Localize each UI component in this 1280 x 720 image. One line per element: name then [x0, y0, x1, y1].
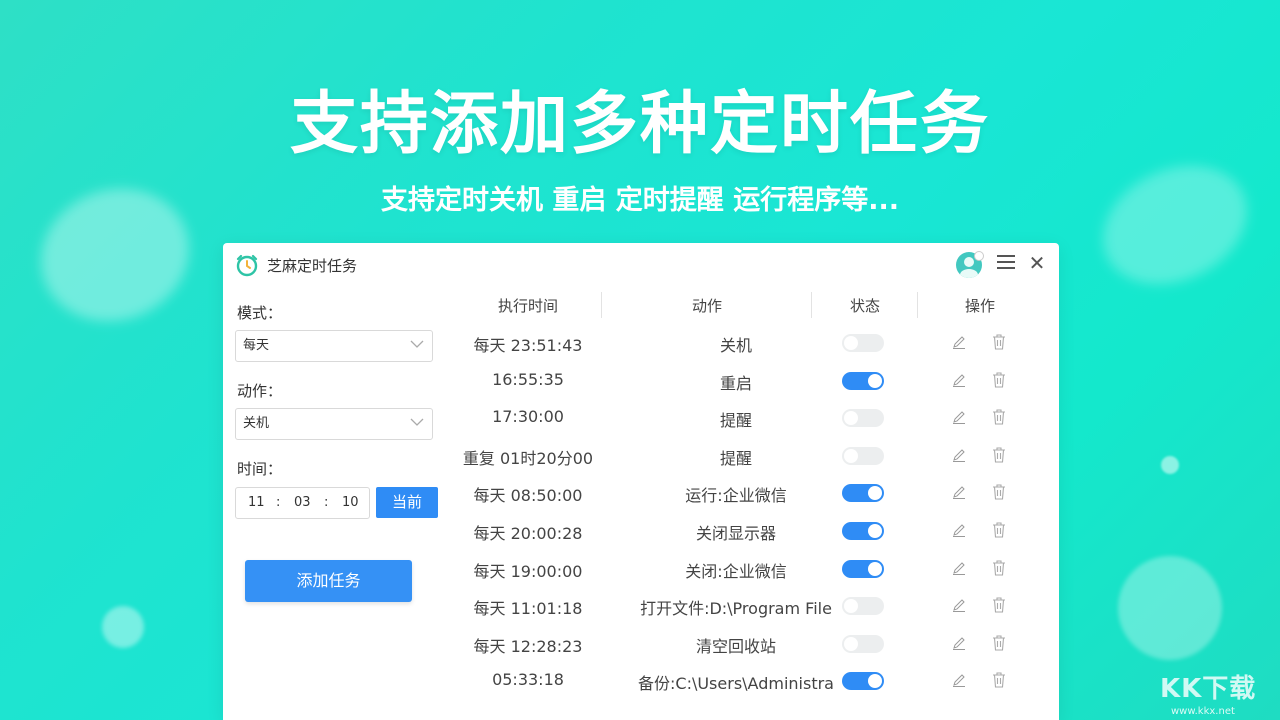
- task-time: 每天 12:28:23: [473, 636, 583, 656]
- time-input[interactable]: 11 : 03 : 10: [235, 487, 370, 519]
- edit-icon[interactable]: [952, 673, 966, 688]
- status-toggle[interactable]: [842, 371, 884, 390]
- status-toggle[interactable]: [842, 484, 884, 503]
- mode-value: 每天: [243, 338, 270, 353]
- trash-icon[interactable]: [991, 483, 1007, 501]
- task-time: 每天 08:50:00: [473, 486, 583, 506]
- trash-icon[interactable]: [991, 521, 1007, 539]
- edit-icon[interactable]: [952, 636, 966, 650]
- time-minute[interactable]: 03: [294, 495, 311, 510]
- task-time: 16:55:35: [492, 369, 564, 389]
- chevron-down-icon[interactable]: [974, 251, 984, 261]
- header-divider: [601, 292, 602, 318]
- table-row: 每天 20:00:28 关闭显示器: [453, 512, 1053, 549]
- now-button[interactable]: 当前: [376, 487, 438, 518]
- trash-icon[interactable]: [991, 333, 1007, 351]
- header-divider: [811, 292, 812, 318]
- table-row: 每天 23:51:43 关机: [453, 324, 1053, 361]
- edit-icon[interactable]: [952, 448, 966, 462]
- task-action: 运行:企业微信: [685, 486, 787, 506]
- task-time: 重复 01时20分00: [462, 448, 594, 468]
- action-select[interactable]: 关机: [235, 408, 433, 440]
- status-toggle[interactable]: [842, 597, 884, 616]
- table-row: 17:30:00 提醒: [453, 399, 1053, 436]
- edit-icon[interactable]: [952, 561, 966, 575]
- header-action: 动作: [691, 297, 722, 315]
- task-action: 打开文件:D:\Program File: [640, 599, 832, 619]
- clock-icon: [236, 254, 258, 277]
- status-toggle[interactable]: [842, 522, 884, 540]
- table-row: 每天 11:01:18 打开文件:D:\Program File: [453, 587, 1053, 624]
- trash-icon[interactable]: [991, 596, 1007, 614]
- status-toggle[interactable]: [842, 446, 884, 465]
- task-time: 05:33:18: [492, 670, 564, 690]
- trash-icon[interactable]: [991, 446, 1007, 464]
- time-label: 时间：: [237, 460, 283, 478]
- edit-icon[interactable]: [952, 523, 966, 537]
- chevron-down-icon: [410, 418, 424, 426]
- table-row: 每天 08:50:00 运行:企业微信: [453, 474, 1053, 511]
- status-toggle[interactable]: [842, 559, 884, 578]
- trash-icon[interactable]: [991, 371, 1007, 389]
- header-time: 执行时间: [497, 297, 558, 315]
- time-second[interactable]: 10: [342, 495, 359, 510]
- app-window: 芝麻定时任务 ✕ 模式： 每天 动作： 关机 时间： 11 : 03 : 10 …: [223, 243, 1059, 720]
- edit-icon[interactable]: [952, 598, 966, 613]
- task-time: 17:30:00: [492, 407, 564, 427]
- trash-icon[interactable]: [991, 671, 1007, 689]
- task-action: 重启: [719, 373, 752, 393]
- close-icon[interactable]: ✕: [1027, 251, 1047, 275]
- task-action: 关机: [719, 336, 752, 355]
- add-task-button[interactable]: 添加任务: [245, 560, 412, 602]
- task-time: 每天 11:01:18: [473, 599, 583, 619]
- table-row: 16:55:35 重启: [453, 362, 1053, 399]
- task-time: 每天 23:51:43: [473, 336, 583, 355]
- status-toggle[interactable]: [842, 672, 884, 691]
- task-action: 备份:C:\Users\Administra: [638, 674, 834, 694]
- task-action: 关闭显示器: [695, 524, 776, 543]
- time-separator: :: [276, 495, 281, 510]
- watermark-logo: KK下载: [1160, 674, 1257, 704]
- table-row: 每天 12:28:23 清空回收站: [453, 625, 1053, 662]
- app-title: 芝麻定时任务: [267, 257, 358, 275]
- status-toggle[interactable]: [842, 334, 884, 352]
- header-divider: [917, 292, 918, 318]
- status-toggle[interactable]: [842, 634, 884, 653]
- title-bar: 芝麻定时任务 ✕: [223, 243, 1059, 287]
- bokeh-decoration: [1083, 143, 1267, 307]
- menu-icon[interactable]: [997, 251, 1015, 273]
- banner-headline: 支持添加多种定时任务: [289, 85, 990, 164]
- task-time: 每天 19:00:00: [473, 561, 583, 581]
- task-action: 提醒: [719, 411, 752, 431]
- header-ops: 操作: [964, 297, 995, 315]
- bokeh-decoration: [102, 606, 144, 648]
- table-row: 每天 19:00:00 关闭:企业微信: [453, 550, 1053, 587]
- edit-icon[interactable]: [952, 410, 966, 425]
- mode-select[interactable]: 每天: [235, 330, 433, 362]
- table-row: 05:33:18 备份:C:\Users\Administra: [453, 662, 1053, 699]
- table-row: 重复 01时20分00 提醒: [453, 437, 1053, 474]
- edit-icon[interactable]: [952, 373, 966, 387]
- time-hour[interactable]: 11: [248, 495, 265, 510]
- bokeh-decoration: [1161, 456, 1179, 474]
- task-action: 清空回收站: [695, 636, 776, 656]
- watermark-url: www.kkx.net: [1171, 706, 1235, 717]
- header-status: 状态: [849, 297, 880, 315]
- trash-icon[interactable]: [991, 634, 1007, 652]
- action-value: 关机: [243, 416, 270, 431]
- edit-icon[interactable]: [952, 335, 966, 349]
- task-action: 关闭:企业微信: [685, 561, 787, 581]
- task-action: 提醒: [719, 448, 752, 468]
- task-time: 每天 20:00:28: [473, 524, 583, 543]
- trash-icon[interactable]: [991, 408, 1007, 426]
- trash-icon[interactable]: [991, 559, 1007, 577]
- status-toggle[interactable]: [842, 409, 884, 428]
- chevron-down-icon: [410, 340, 424, 348]
- mode-label: 模式：: [237, 304, 283, 322]
- bokeh-decoration: [1118, 556, 1222, 660]
- action-label: 动作：: [237, 382, 283, 400]
- edit-icon[interactable]: [952, 485, 966, 500]
- time-separator: :: [324, 495, 329, 510]
- banner-subline: 支持定时关机 重启 定时提醒 运行程序等...: [381, 185, 899, 216]
